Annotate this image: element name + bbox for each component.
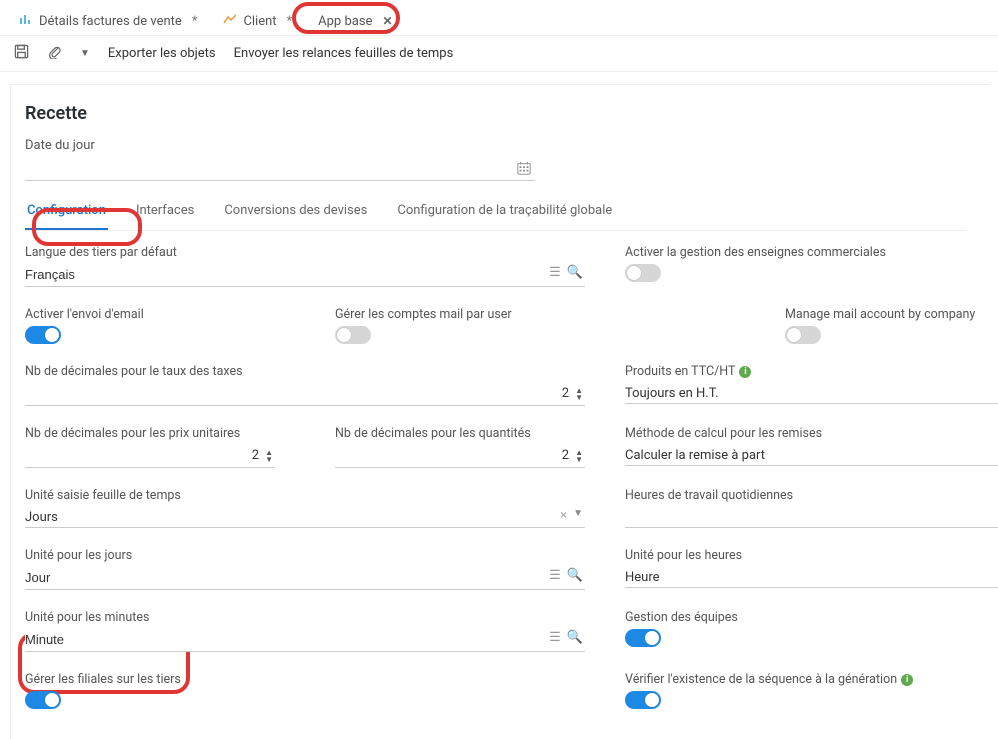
field-label: Unité saisie feuille de temps: [25, 488, 585, 503]
subsidiaries-toggle[interactable]: [25, 691, 61, 709]
default-language-field: Langue des tiers par défaut ☰ 🔍: [25, 245, 585, 287]
field-label: Gérer les filiales sur les tiers: [25, 672, 585, 687]
page-title: Recette: [25, 103, 966, 124]
unit-hours-field: Unité pour les heures Heure: [625, 548, 998, 590]
date-field: Date du jour: [25, 138, 966, 181]
unit-minutes-input[interactable]: [25, 628, 585, 652]
unit-price-decimals-input[interactable]: 2 ▲▼: [25, 444, 275, 468]
mail-per-company-toggle[interactable]: [785, 326, 821, 344]
unit-hours-select[interactable]: Heure: [625, 566, 998, 588]
field-label: Nb de décimales pour le taux des taxes: [25, 364, 585, 379]
qty-decimals-input[interactable]: 2 ▲▼: [335, 444, 585, 468]
calendar-icon[interactable]: [517, 161, 531, 179]
attachment-icon[interactable]: [47, 44, 62, 63]
tab-client[interactable]: Client *: [212, 6, 303, 35]
field-label: Activer la gestion des enseignes commerc…: [625, 245, 998, 260]
brand-management-toggle[interactable]: [625, 264, 661, 282]
field-label: Nb de décimales pour les prix unitaires: [25, 426, 275, 441]
tab-dirty-marker: *: [287, 14, 293, 29]
unit-minutes-field: Unité pour les minutes ☰ 🔍: [25, 610, 585, 652]
field-label: Unité pour les minutes: [25, 610, 585, 625]
open-record-icon[interactable]: ☰: [549, 630, 561, 645]
email-row: Activer l'envoi d'email Gérer les compte…: [25, 307, 585, 344]
field-label: Produits en TTC/HT i: [625, 364, 998, 379]
tab-interfaces[interactable]: Interfaces: [134, 193, 196, 230]
subsidiaries-field: Gérer les filiales sur les tiers: [25, 672, 585, 709]
unit-days-input[interactable]: [25, 566, 585, 590]
search-icon[interactable]: 🔍: [567, 265, 583, 280]
search-icon[interactable]: 🔍: [567, 630, 583, 645]
field-label: Nb de décimales pour les quantités: [335, 426, 585, 441]
tab-label: Client: [243, 14, 276, 29]
line-chart-icon: [223, 13, 237, 29]
products-ttc-ht-field: Produits en TTC/HT i Toujours en H.T.: [625, 364, 998, 406]
inner-tabs: Configuration Interfaces Conversions des…: [25, 193, 966, 231]
tab-currency-conversions[interactable]: Conversions des devises: [222, 193, 369, 230]
discount-method-select[interactable]: Calculer la remise à part: [625, 444, 998, 466]
info-icon[interactable]: i: [901, 674, 913, 686]
field-label: Gérer les comptes mail par user: [335, 307, 585, 322]
tax-decimals-input[interactable]: 2 ▲▼: [25, 382, 585, 406]
date-label: Date du jour: [25, 138, 966, 153]
field-label: Manage mail account by company: [785, 307, 998, 322]
field-label: Activer l'envoi d'email: [25, 307, 275, 322]
search-icon[interactable]: 🔍: [567, 568, 583, 583]
sequence-check-toggle[interactable]: [625, 691, 661, 709]
tax-decimals-field: Nb de décimales pour le taux des taxes 2…: [25, 364, 585, 406]
enable-email-toggle[interactable]: [25, 326, 61, 344]
toolbar: ▼ Exporter les objets Envoyer les relanc…: [0, 36, 998, 72]
tab-dirty-marker: *: [192, 14, 198, 29]
tab-sales-invoice-details[interactable]: Détails factures de vente *: [8, 6, 208, 35]
save-icon[interactable]: [14, 44, 29, 63]
dropdown-caret-icon[interactable]: ▼: [80, 48, 90, 59]
page-panel: Recette Date du jour Configuration Inter…: [10, 84, 990, 739]
field-label: Gestion des équipes: [625, 610, 998, 625]
clear-icon[interactable]: ×: [560, 508, 567, 523]
team-management-toggle[interactable]: [625, 629, 661, 647]
field-label: Heures de travail quotidiennes: [625, 488, 998, 503]
open-record-icon[interactable]: ☰: [549, 568, 561, 583]
spinner-icon[interactable]: ▲▼: [575, 449, 583, 463]
field-label: Unité pour les heures: [625, 548, 998, 563]
timesheet-unit-field: Unité saisie feuille de temps Jours × ▼: [25, 488, 585, 528]
team-management-field: Gestion des équipes: [625, 610, 998, 652]
tab-label: App base: [318, 14, 372, 29]
brand-management-field: Activer la gestion des enseignes commerc…: [625, 245, 998, 287]
field-label: Méthode de calcul pour les remises: [625, 426, 998, 441]
spinner-icon[interactable]: ▲▼: [575, 387, 583, 401]
close-icon[interactable]: ✕: [382, 14, 392, 28]
sequence-check-field: Vérifier l'existence de la séquence à la…: [625, 672, 998, 709]
info-icon[interactable]: i: [739, 366, 751, 378]
decimals-row: Nb de décimales pour les prix unitaires …: [25, 426, 585, 468]
unit-days-field: Unité pour les jours ☰ 🔍: [25, 548, 585, 590]
tab-label: Détails factures de vente: [39, 14, 182, 29]
timesheet-unit-select[interactable]: Jours: [25, 506, 585, 528]
products-ttc-ht-select[interactable]: Toujours en H.T.: [625, 382, 998, 404]
date-input[interactable]: [25, 157, 535, 181]
tab-app-base[interactable]: App base ✕: [307, 7, 403, 35]
daily-hours-input[interactable]: [625, 506, 998, 528]
mail-per-company-field: Manage mail account by company: [625, 307, 998, 344]
send-timesheet-reminders-button[interactable]: Envoyer les relances feuilles de temps: [234, 46, 454, 61]
tab-configuration[interactable]: Configuration: [25, 193, 108, 230]
field-label: Langue des tiers par défaut: [25, 245, 585, 260]
default-language-input[interactable]: [25, 263, 585, 287]
open-record-icon[interactable]: ☰: [549, 265, 561, 280]
field-label: Vérifier l'existence de la séquence à la…: [625, 672, 998, 687]
mail-per-user-toggle[interactable]: [335, 326, 371, 344]
tab-global-traceability[interactable]: Configuration de la traçabilité globale: [395, 193, 614, 230]
field-label: Unité pour les jours: [25, 548, 585, 563]
daily-hours-field: Heures de travail quotidiennes: [625, 488, 998, 528]
document-tabs: Détails factures de vente * Client * App…: [0, 0, 998, 36]
discount-method-field: Méthode de calcul pour les remises Calcu…: [625, 426, 998, 468]
spinner-icon[interactable]: ▲▼: [265, 449, 273, 463]
export-objects-button[interactable]: Exporter les objets: [108, 46, 216, 61]
bar-chart-icon: [19, 13, 33, 29]
chevron-down-icon[interactable]: ▼: [573, 508, 583, 523]
configuration-form: Langue des tiers par défaut ☰ 🔍 Activer …: [25, 245, 966, 719]
